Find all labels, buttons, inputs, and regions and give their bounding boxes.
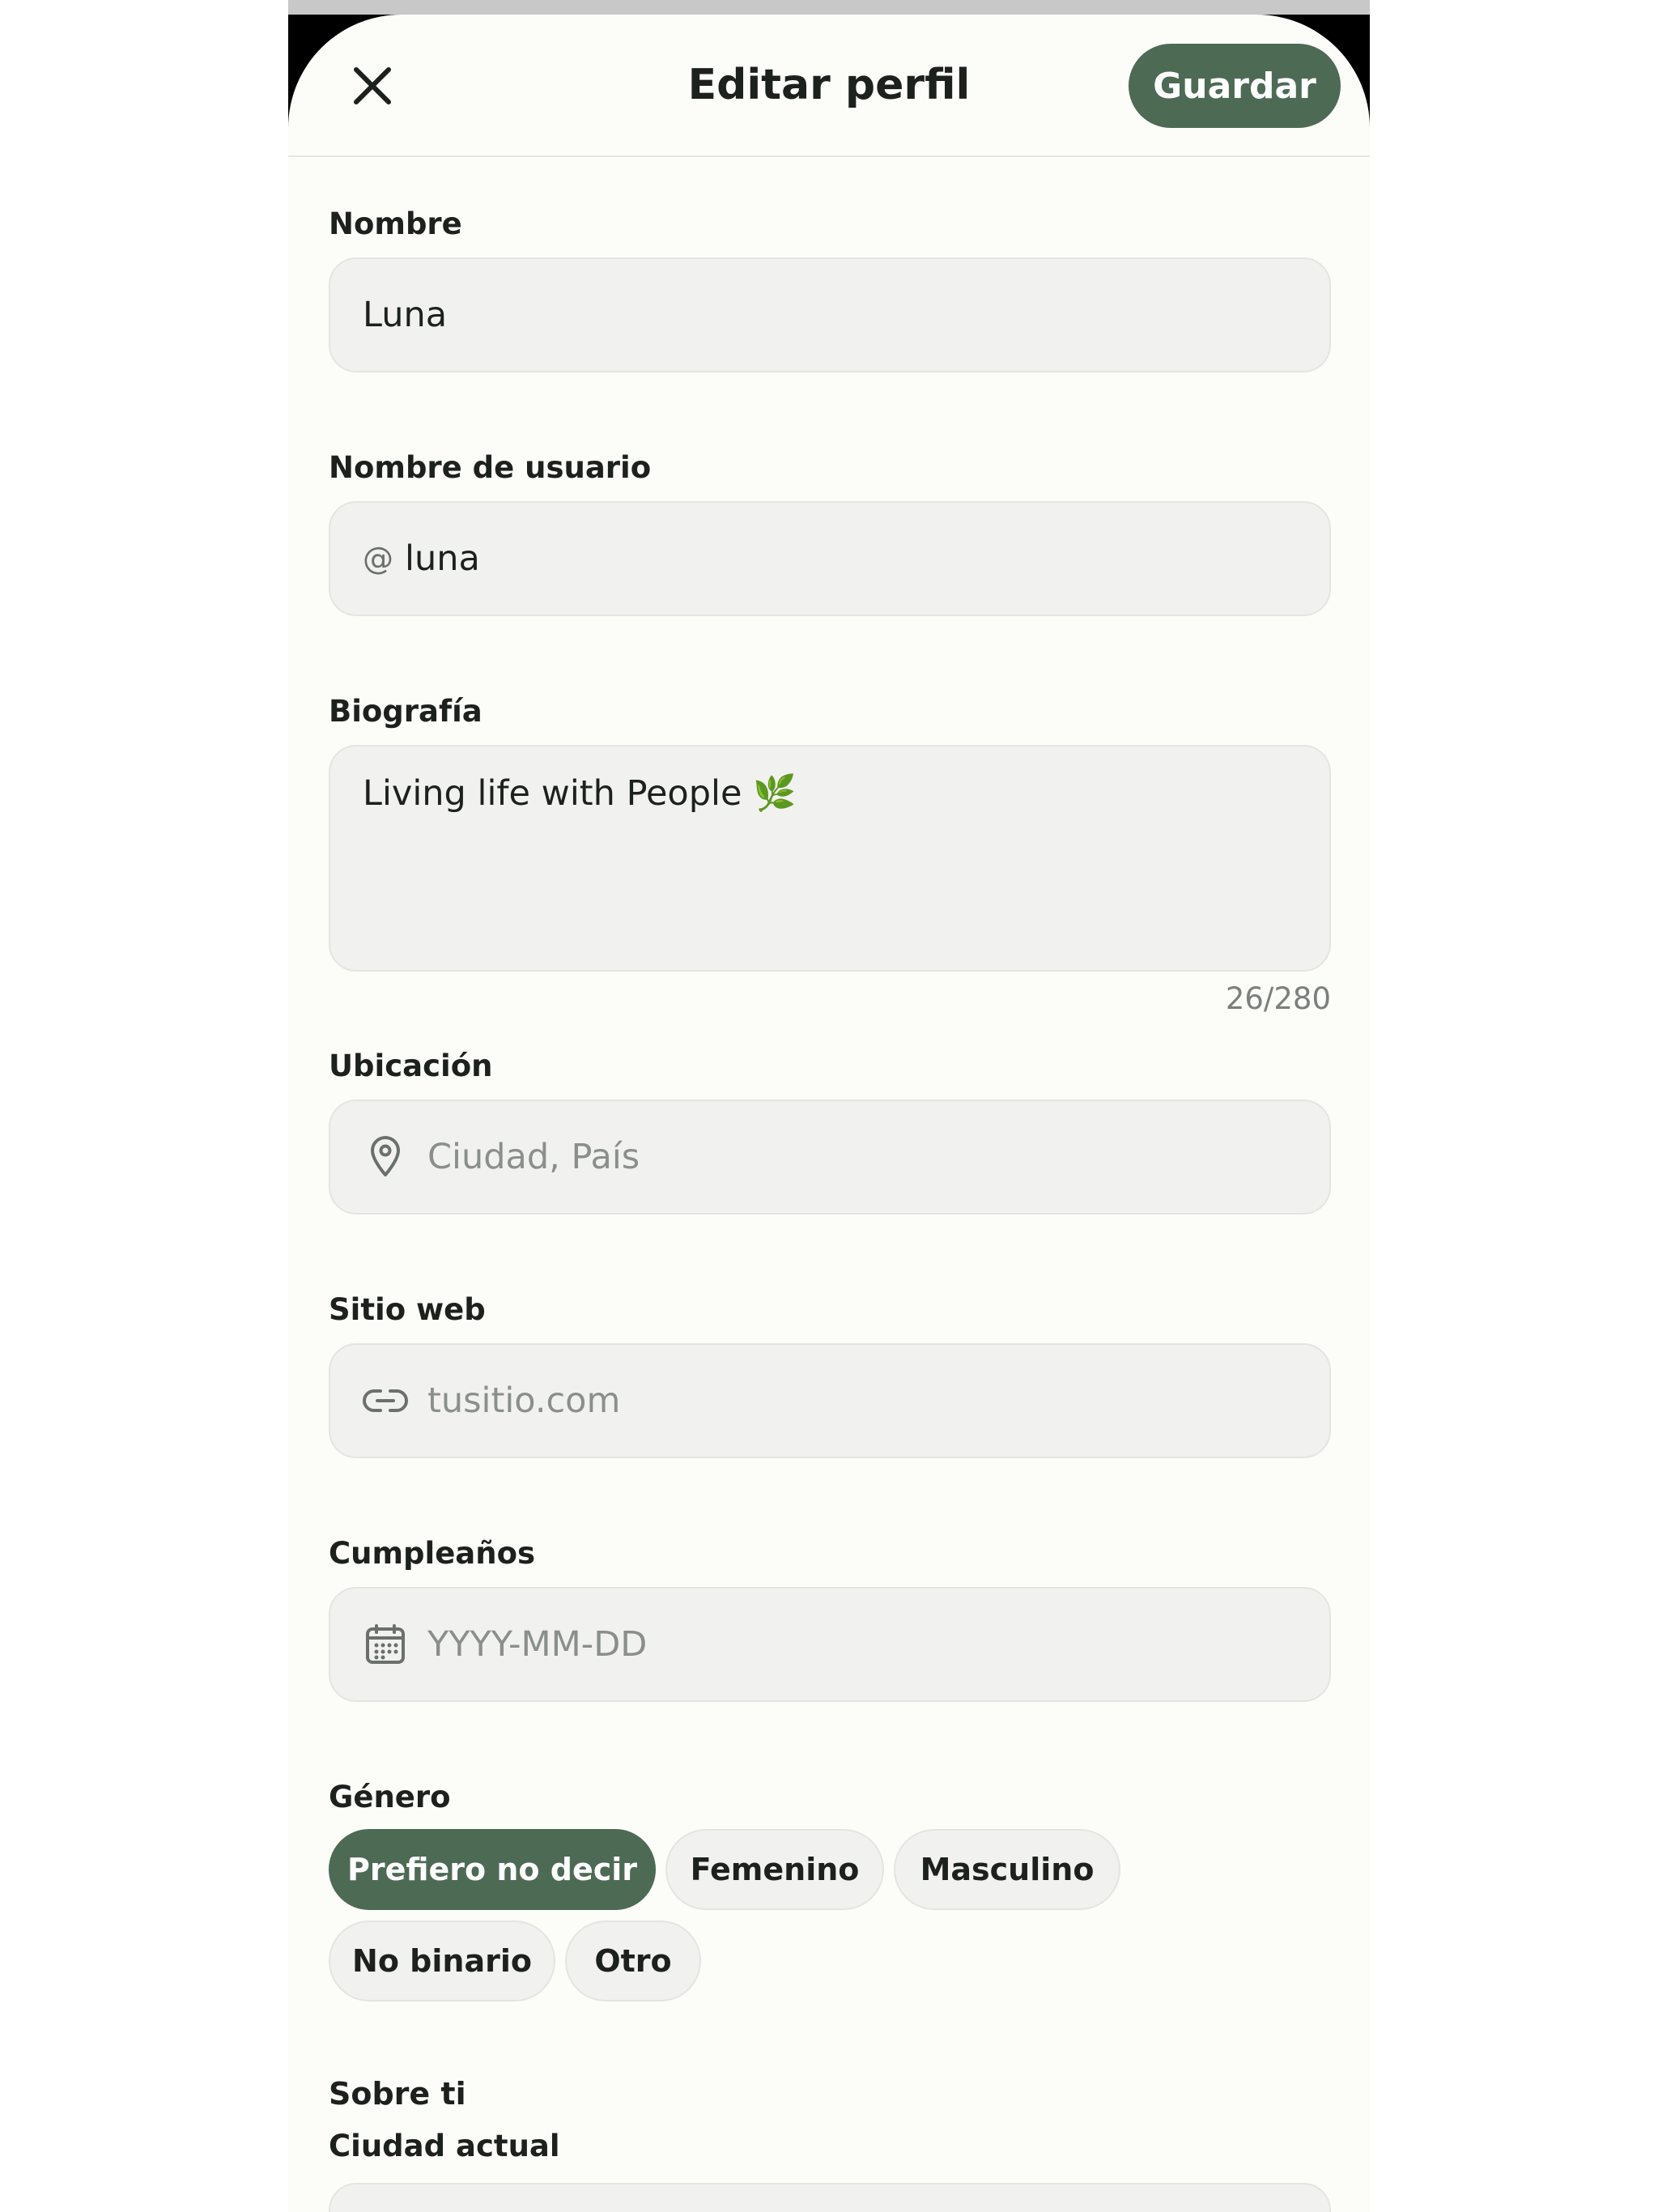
calendar-icon [363,1622,408,1667]
gender-option-non-binary[interactable]: No binario [329,1921,555,2001]
bio-textarea[interactable]: Living life with People 🌿 [330,747,1329,970]
save-button[interactable]: Guardar [1129,44,1341,128]
screen: Editar perfil Guardar Nombre Nombre de u… [288,0,1370,2212]
gender-option-male[interactable]: Masculino [894,1829,1120,1910]
current-city-input[interactable] [427,2184,1329,2212]
username-field-container: @ [329,501,1331,616]
username-input[interactable] [405,503,1329,615]
birthday-label: Cumpleaños [329,1536,536,1571]
location-field-container [329,1100,1331,1214]
location-pin-icon [363,1134,408,1180]
name-input[interactable] [363,259,1329,371]
name-field-container [329,257,1331,372]
location-input[interactable] [427,1101,1329,1213]
current-city-label: Ciudad actual [329,2129,560,2163]
at-prefix: @ [363,541,393,576]
website-input[interactable] [427,1345,1329,1457]
gender-option-female[interactable]: Femenino [665,1829,884,1910]
bio-char-counter: 26/280 [1225,981,1331,1016]
gender-label: Género [329,1780,451,1814]
status-strip [288,0,1370,15]
website-label: Sitio web [329,1292,486,1327]
location-label: Ubicación [329,1049,493,1083]
gender-option-prefer-not-say[interactable]: Prefiero no decir [329,1829,656,1910]
gender-option-other[interactable]: Otro [565,1921,701,2001]
edit-profile-sheet: Editar perfil Guardar Nombre Nombre de u… [288,15,1370,2212]
current-city-field-container [329,2183,1331,2212]
website-field-container [329,1343,1331,1458]
birthday-field-container [329,1587,1331,1702]
sheet-header: Editar perfil Guardar [288,15,1370,157]
bio-field-container: Living life with People 🌿 [329,745,1331,972]
username-label: Nombre de usuario [329,450,652,485]
bio-label: Biografía [329,694,483,729]
birthday-input[interactable] [427,1589,1329,1700]
link-icon [363,1378,408,1423]
name-label: Nombre [329,206,462,241]
about-section-title: Sobre ti [329,2076,466,2112]
